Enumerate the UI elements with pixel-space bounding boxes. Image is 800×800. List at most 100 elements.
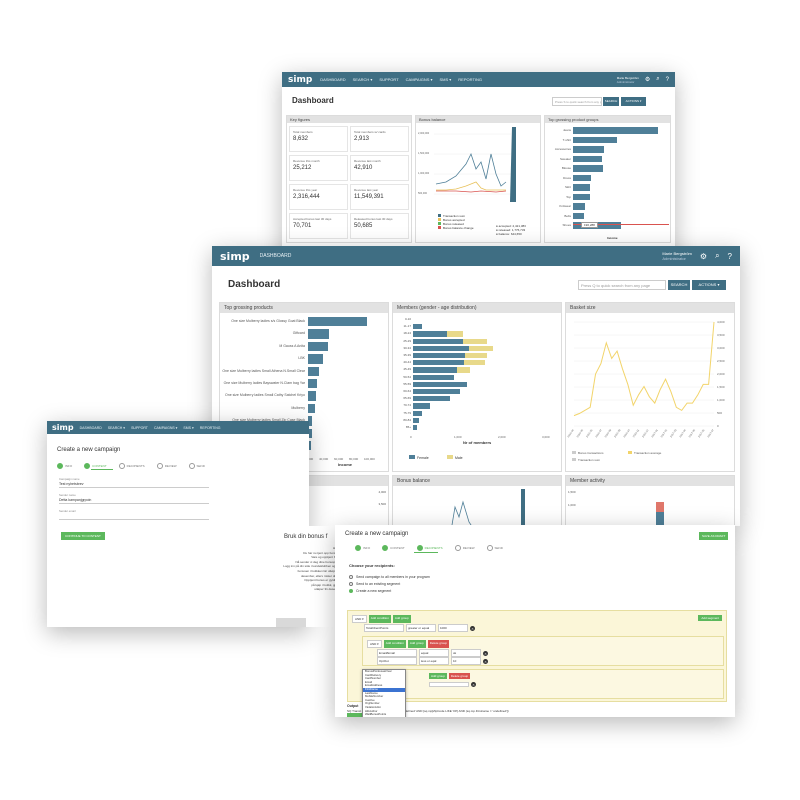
female-bar[interactable] [413, 417, 420, 423]
nav-item-reporting[interactable]: REPORTING [458, 77, 482, 82]
recipient-option[interactable]: Send to an existing segment [349, 581, 430, 588]
bar[interactable] [573, 165, 604, 172]
remove-icon[interactable]: × [483, 650, 488, 656]
remove-icon[interactable]: × [471, 682, 476, 687]
add-condition-button[interactable]: Add condition [368, 615, 391, 623]
field-dropdown[interactable]: BonusPointsLastYear CardDelivery CardNumbe… [362, 669, 406, 717]
delete-group-button[interactable]: Delete group [448, 673, 471, 679]
field-select[interactable]: TotalClientPoints [364, 624, 404, 632]
male-bar[interactable] [464, 360, 486, 366]
add-group-button[interactable]: Add group [392, 615, 411, 623]
operator-select[interactable]: less or eqal [419, 657, 449, 665]
step-info[interactable]: INFO [57, 463, 72, 469]
male-bar[interactable] [465, 353, 487, 359]
gear-icon[interactable]: ⚙ [700, 252, 707, 261]
bar[interactable] [308, 379, 317, 389]
field-select[interactable]: OptOut [377, 657, 417, 665]
bar[interactable] [308, 341, 328, 352]
bar[interactable] [308, 366, 319, 376]
add-group-button[interactable]: Add group [429, 673, 447, 679]
bar[interactable] [573, 146, 605, 153]
value-input[interactable] [429, 682, 469, 687]
radio-icon[interactable] [349, 589, 353, 594]
step-review[interactable]: REVIEW [156, 463, 177, 469]
operator-select[interactable]: greater or equal [406, 624, 436, 632]
quick-search-input[interactable]: Press Q to quick search from any page [578, 280, 666, 290]
radio-icon[interactable] [349, 582, 353, 587]
bar[interactable] [573, 155, 602, 162]
remove-icon[interactable]: × [470, 625, 475, 631]
field-select[interactable]: Email/Email [377, 649, 417, 657]
bar[interactable] [573, 136, 618, 143]
step-content[interactable]: CONTENT [382, 545, 405, 551]
nav-item-dashboard[interactable]: DASHBOARD [260, 253, 292, 259]
female-bar[interactable] [413, 381, 467, 387]
bar[interactable] [308, 391, 316, 401]
bar[interactable] [573, 127, 658, 134]
transaction-average-line[interactable] [573, 321, 715, 417]
female-bar[interactable] [413, 389, 460, 395]
and-select[interactable]: AND ▾ [367, 640, 382, 648]
nav-item-campaigns[interactable]: CAMPAIGNS ▾ [154, 426, 177, 430]
nav-item-support[interactable]: SUPPORT [131, 426, 148, 430]
bar[interactable] [573, 203, 585, 210]
delete-group-button[interactable]: Delete group [427, 640, 449, 648]
remove-icon[interactable]: × [483, 658, 488, 664]
value-input[interactable]: 1000 [438, 624, 468, 632]
female-bar[interactable] [413, 396, 450, 402]
bar[interactable] [573, 193, 590, 200]
female-bar[interactable] [413, 367, 458, 373]
value-input[interactable]: ok [451, 649, 481, 657]
field-input[interactable]: Test nyhetsbrev [59, 481, 209, 488]
bar[interactable] [573, 184, 591, 191]
quick-search-input[interactable]: Press S to quick search from any page [552, 97, 602, 106]
male-bar[interactable] [447, 331, 464, 337]
recipient-option[interactable]: Send campaign to all members in your pro… [349, 574, 430, 581]
search-icon[interactable]: ⌕ [656, 76, 659, 83]
nav-item-support[interactable]: SUPPORT [379, 77, 398, 82]
female-bar[interactable] [413, 374, 455, 380]
add-segment-button[interactable]: Add segment [698, 615, 722, 621]
step-info[interactable]: INFO [355, 545, 370, 551]
search-button[interactable]: SEARCH [603, 97, 619, 106]
female-bar[interactable] [413, 331, 448, 337]
female-bar[interactable] [413, 324, 422, 330]
male-bar[interactable] [463, 338, 487, 344]
female-bar[interactable] [413, 360, 465, 366]
help-icon[interactable]: ? [666, 77, 669, 83]
operator-select[interactable]: equal [419, 649, 449, 657]
gear-icon[interactable]: ⚙ [645, 76, 650, 83]
bar[interactable] [308, 354, 323, 364]
step-recipients[interactable]: RECIPIENTS [416, 545, 443, 551]
bar[interactable] [573, 174, 592, 181]
actions-button[interactable]: ACTIONS ▾ [692, 280, 726, 290]
search-button[interactable]: SEARCH [668, 280, 690, 290]
save-as-draft-button[interactable]: SAVE AS DRAFT [699, 532, 729, 540]
female-bar[interactable] [413, 410, 422, 416]
radio-icon[interactable] [349, 575, 353, 580]
value-input[interactable]: 10 [451, 657, 481, 665]
continue-to-content-button[interactable]: CONTINUE TO CONTENT [61, 532, 105, 540]
help-icon[interactable]: ? [728, 252, 732, 261]
female-bar[interactable] [413, 403, 431, 409]
nav-item-dashboard[interactable]: DASHBOARD [80, 426, 102, 430]
nav-item-search[interactable]: SEARCH ▾ [108, 426, 125, 430]
female-bar[interactable] [413, 353, 466, 359]
search-icon[interactable]: ⌕ [715, 251, 719, 261]
recipient-option[interactable]: Create a new segment [349, 588, 430, 595]
and-select[interactable]: AND ▾ [352, 615, 367, 623]
female-bar[interactable] [413, 425, 417, 431]
field-input[interactable]: Detta kampanjgrpoin [59, 497, 209, 504]
bar[interactable] [308, 317, 368, 327]
field-input[interactable] [59, 513, 209, 520]
nav-item-dashboard[interactable]: DASHBOARD [320, 77, 345, 82]
bar[interactable] [308, 329, 330, 339]
bar[interactable] [573, 212, 585, 219]
step-send[interactable]: SEND [486, 545, 503, 551]
male-bar[interactable] [457, 367, 471, 373]
add-condition-button[interactable]: Add condition [383, 640, 406, 648]
step-recipients[interactable]: RECIPIENTS [118, 463, 145, 469]
step-send[interactable]: SEND [188, 463, 205, 469]
nav-item-search[interactable]: SEARCH ▾ [353, 77, 373, 82]
nav-item-campaigns[interactable]: CAMPAIGNS ▾ [406, 77, 433, 82]
